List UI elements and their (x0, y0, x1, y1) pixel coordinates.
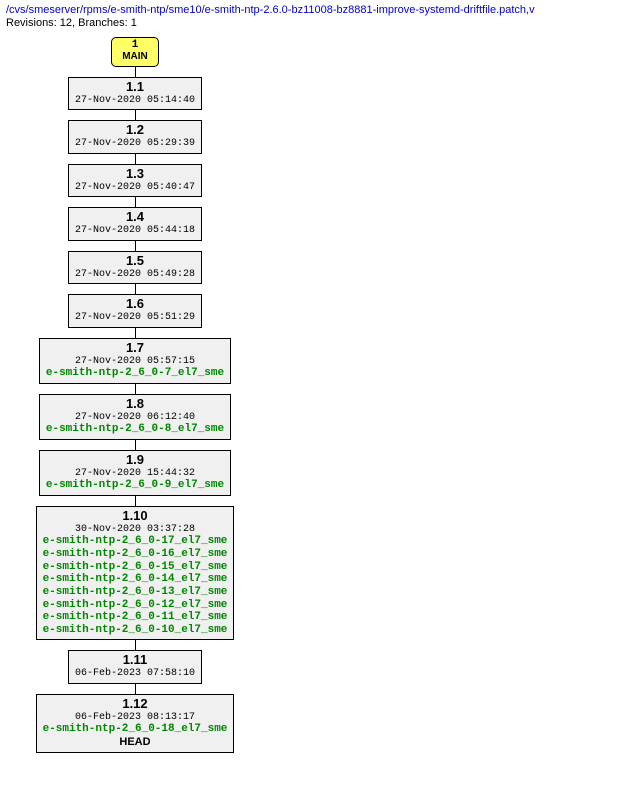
revision-date: 27-Nov-2020 05:29:39 (75, 138, 195, 150)
connector-line (135, 241, 136, 251)
revision-tag: e-smith-ntp-2_6_0-11_el7_sme (43, 611, 228, 624)
revision-node[interactable]: 1.327-Nov-2020 05:40:47 (68, 164, 202, 197)
revision-version: 1.10 (43, 509, 228, 524)
header: /cvs/smeserver/rpms/e-smith-ntp/sme10/e-… (0, 0, 644, 31)
connector-line (135, 284, 136, 294)
revision-version: 1.7 (46, 341, 224, 356)
revision-tag: e-smith-ntp-2_6_0-13_el7_sme (43, 586, 228, 599)
branch-head[interactable]: 1MAIN (111, 37, 159, 67)
revision-version: 1.3 (75, 167, 195, 182)
revision-date: 27-Nov-2020 15:44:32 (46, 468, 224, 480)
connector-line (135, 496, 136, 506)
revision-node[interactable]: 1.427-Nov-2020 05:44:18 (68, 207, 202, 240)
revision-version: 1.11 (75, 653, 195, 668)
connector-line (135, 154, 136, 164)
connector-line (135, 640, 136, 650)
revision-head-label: HEAD (43, 736, 228, 749)
revision-node[interactable]: 1.1106-Feb-2023 07:58:10 (68, 650, 202, 683)
revision-tag: e-smith-ntp-2_6_0-12_el7_sme (43, 599, 228, 612)
revision-date: 27-Nov-2020 05:14:40 (75, 95, 195, 107)
revision-node[interactable]: 1.927-Nov-2020 15:44:32e-smith-ntp-2_6_0… (39, 450, 231, 496)
revision-node[interactable]: 1.1030-Nov-2020 03:37:28e-smith-ntp-2_6_… (36, 506, 235, 641)
revision-tag: e-smith-ntp-2_6_0-17_el7_sme (43, 535, 228, 548)
connector-line (135, 684, 136, 694)
revision-date: 27-Nov-2020 05:40:47 (75, 182, 195, 194)
branch-label: MAIN (122, 52, 148, 63)
revision-version: 1.12 (43, 697, 228, 712)
revision-node[interactable]: 1.527-Nov-2020 05:49:28 (68, 251, 202, 284)
revision-date: 27-Nov-2020 06:12:40 (46, 412, 224, 424)
revision-version: 1.6 (75, 297, 195, 312)
revision-date: 27-Nov-2020 05:49:28 (75, 269, 195, 281)
revisions-meta: Revisions: 12, Branches: 1 (6, 17, 638, 29)
revision-date: 30-Nov-2020 03:37:28 (43, 524, 228, 536)
revision-date: 06-Feb-2023 08:13:17 (43, 712, 228, 724)
revision-version: 1.1 (75, 80, 195, 95)
connector-line (135, 67, 136, 77)
revision-node[interactable]: 1.827-Nov-2020 06:12:40e-smith-ntp-2_6_0… (39, 394, 231, 440)
revision-graph: 1MAIN1.127-Nov-2020 05:14:401.227-Nov-20… (0, 37, 644, 753)
branch-number: 1 (122, 40, 148, 52)
connector-line (135, 110, 136, 120)
revision-version: 1.2 (75, 123, 195, 138)
revision-tag: e-smith-ntp-2_6_0-9_el7_sme (46, 479, 224, 492)
revision-date: 27-Nov-2020 05:51:29 (75, 312, 195, 324)
revision-node[interactable]: 1.127-Nov-2020 05:14:40 (68, 77, 202, 110)
revision-tag: e-smith-ntp-2_6_0-8_el7_sme (46, 423, 224, 436)
connector-line (135, 384, 136, 394)
revision-date: 06-Feb-2023 07:58:10 (75, 668, 195, 680)
revision-version: 1.9 (46, 453, 224, 468)
connector-line (135, 440, 136, 450)
revision-tag: e-smith-ntp-2_6_0-14_el7_sme (43, 573, 228, 586)
revision-tag: e-smith-ntp-2_6_0-16_el7_sme (43, 548, 228, 561)
revision-node[interactable]: 1.727-Nov-2020 05:57:15e-smith-ntp-2_6_0… (39, 338, 231, 384)
connector-line (135, 328, 136, 338)
revision-version: 1.8 (46, 397, 224, 412)
revision-tag: e-smith-ntp-2_6_0-10_el7_sme (43, 624, 228, 637)
revision-date: 27-Nov-2020 05:57:15 (46, 356, 224, 368)
revision-tag: e-smith-ntp-2_6_0-18_el7_sme (43, 723, 228, 736)
revision-version: 1.4 (75, 210, 195, 225)
revision-node[interactable]: 1.227-Nov-2020 05:29:39 (68, 120, 202, 153)
revision-version: 1.5 (75, 254, 195, 269)
connector-line (135, 197, 136, 207)
revision-tag: e-smith-ntp-2_6_0-7_el7_sme (46, 367, 224, 380)
revision-node[interactable]: 1.1206-Feb-2023 08:13:17e-smith-ntp-2_6_… (36, 694, 235, 753)
revision-node[interactable]: 1.627-Nov-2020 05:51:29 (68, 294, 202, 327)
file-path: /cvs/smeserver/rpms/e-smith-ntp/sme10/e-… (6, 4, 638, 16)
revision-tag: e-smith-ntp-2_6_0-15_el7_sme (43, 561, 228, 574)
revision-date: 27-Nov-2020 05:44:18 (75, 225, 195, 237)
